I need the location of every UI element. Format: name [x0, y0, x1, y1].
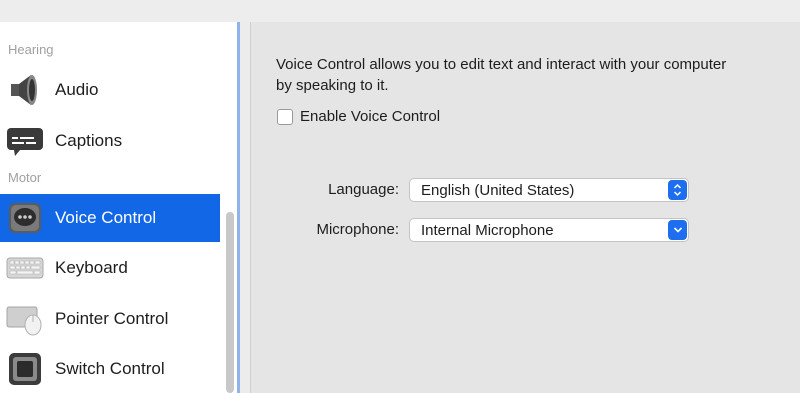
voice-control-pane: Voice Control allows you to edit text an… [250, 22, 800, 393]
sidebar-item-keyboard[interactable]: Keyboard [0, 244, 220, 292]
up-down-chevron-icon [668, 180, 687, 200]
sidebar-item-audio[interactable]: Audio [0, 66, 220, 114]
sidebar-item-captions[interactable]: Captions [0, 117, 220, 165]
sidebar-item-voice-control[interactable]: Voice Control [0, 194, 220, 242]
switch-control-icon [5, 349, 45, 389]
description-text: Voice Control allows you to edit text an… [276, 56, 727, 94]
microphone-value: Internal Microphone [421, 221, 554, 239]
sidebar-item-switch-control[interactable]: Switch Control [0, 345, 220, 393]
captions-icon [5, 121, 45, 161]
language-select[interactable]: English (United States) [409, 178, 689, 202]
speaker-icon [5, 70, 45, 110]
sidebar-item-label: Audio [55, 80, 99, 99]
sidebar-item-label: Captions [55, 131, 123, 150]
sidebar-item-label: Keyboard [55, 258, 128, 277]
language-label: Language: [328, 181, 399, 198]
microphone-label: Microphone: [316, 221, 399, 238]
voice-control-icon [5, 198, 45, 238]
sidebar-item-label: Pointer Control [55, 309, 169, 328]
chevron-down-icon [668, 220, 687, 240]
keyboard-icon [5, 248, 45, 288]
language-value: English (United States) [421, 181, 575, 199]
sidebar-item-label: Voice Control [55, 208, 157, 227]
pointer-control-icon [5, 299, 45, 339]
enable-voice-control-row[interactable]: Enable Voice Control [277, 108, 440, 125]
sidebar-scrollbar[interactable] [226, 212, 234, 393]
microphone-select[interactable]: Internal Microphone [409, 218, 689, 242]
sidebar[interactable]: Hearing Audio Captions Motor Voice Contr… [0, 22, 240, 393]
enable-voice-control-checkbox[interactable] [277, 108, 293, 125]
sidebar-item-pointer-control[interactable]: Pointer Control [0, 295, 220, 343]
sidebar-item-label: Switch Control [55, 359, 165, 378]
section-label-hearing: Hearing [8, 42, 54, 57]
section-label-motor: Motor [8, 170, 42, 185]
title-bar [0, 0, 800, 22]
enable-voice-control-label[interactable]: Enable Voice Control [300, 108, 440, 125]
